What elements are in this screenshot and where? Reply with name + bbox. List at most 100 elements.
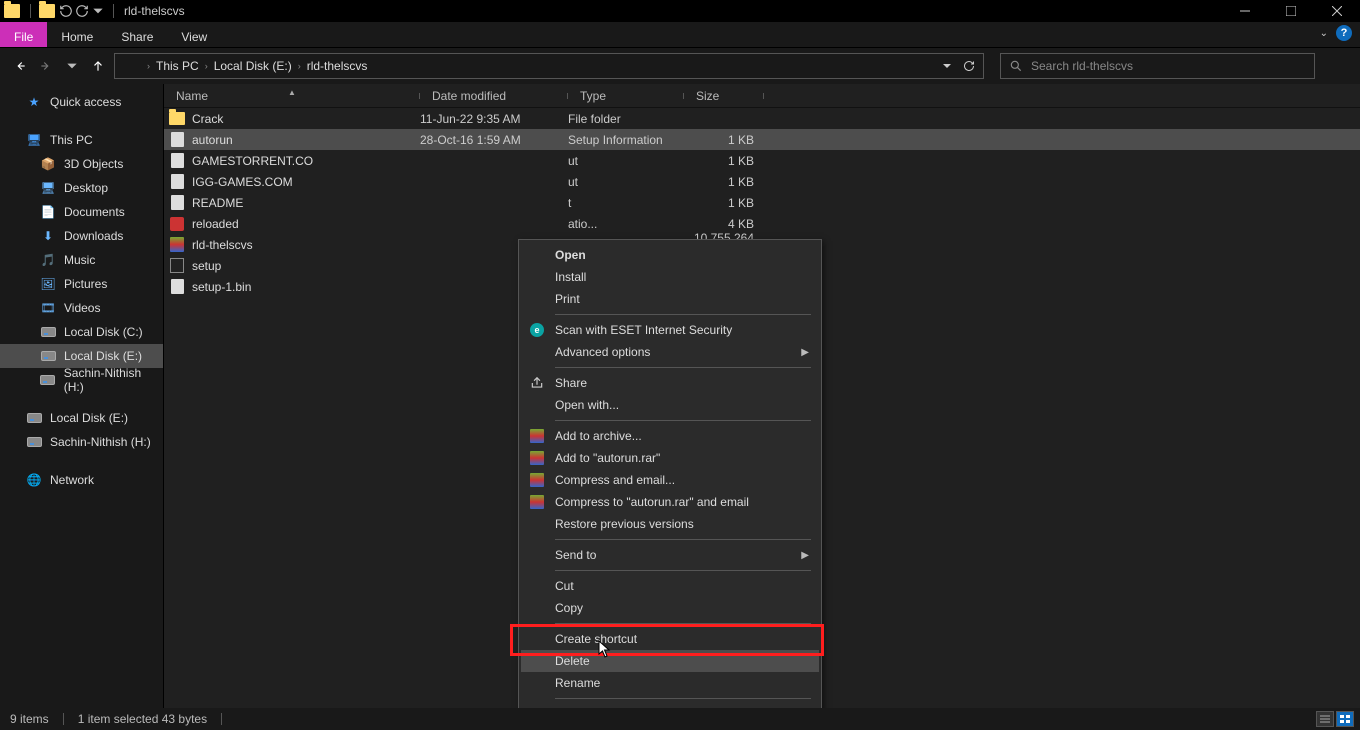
chevron-right-icon[interactable]: › bbox=[143, 61, 154, 71]
share-icon bbox=[529, 375, 545, 391]
tab-home[interactable]: Home bbox=[47, 22, 107, 47]
row-size: 4 KB bbox=[684, 217, 764, 231]
context-menu-item[interactable]: Print bbox=[521, 288, 819, 310]
column-header-date[interactable]: Date modified bbox=[420, 89, 568, 103]
context-menu-label: Delete bbox=[555, 654, 590, 668]
breadcrumb-segment[interactable]: rld-thelscvs bbox=[305, 59, 370, 73]
minimize-button[interactable] bbox=[1222, 0, 1268, 22]
menu-separator bbox=[555, 570, 811, 571]
chevron-right-icon[interactable]: › bbox=[201, 61, 212, 71]
dropdown-icon[interactable] bbox=[91, 4, 105, 18]
sidebar-item[interactable]: 🖼Pictures bbox=[0, 272, 163, 296]
txt-icon bbox=[168, 195, 186, 210]
file-row[interactable]: autorun28-Oct-16 1:59 AMSetup Informatio… bbox=[164, 129, 1360, 150]
help-icon[interactable]: ? bbox=[1336, 25, 1352, 41]
sidebar-item-label: Videos bbox=[64, 301, 100, 315]
status-bar: 9 items 1 item selected 43 bytes bbox=[0, 708, 1360, 730]
row-type: ut bbox=[568, 154, 684, 168]
sidebar-item-icon: 🖥 bbox=[40, 180, 56, 196]
file-row[interactable]: IGG-GAMES.COMut1 KB bbox=[164, 171, 1360, 192]
address-bar[interactable]: › This PC › Local Disk (E:) › rld-thelsc… bbox=[114, 53, 984, 79]
sidebar-item[interactable]: Sachin-Nithish (H:) bbox=[0, 430, 163, 454]
back-button[interactable] bbox=[10, 59, 30, 73]
context-menu-label: Cut bbox=[555, 579, 574, 593]
sidebar-item[interactable]: ⬇Downloads bbox=[0, 224, 163, 248]
tab-view[interactable]: View bbox=[167, 22, 221, 47]
tab-share[interactable]: Share bbox=[107, 22, 167, 47]
menu-separator bbox=[555, 367, 811, 368]
file-row[interactable]: Crack11-Jun-22 9:35 AMFile folder bbox=[164, 108, 1360, 129]
redo-icon[interactable] bbox=[75, 4, 89, 18]
sidebar-item[interactable]: 📦3D Objects bbox=[0, 152, 163, 176]
context-menu-item[interactable]: Compress and email... bbox=[521, 469, 819, 491]
context-menu-item[interactable]: Restore previous versions bbox=[521, 513, 819, 535]
forward-button[interactable] bbox=[36, 59, 56, 73]
rar-icon bbox=[529, 472, 545, 488]
sidebar-item-label: Desktop bbox=[64, 181, 108, 195]
pc-icon: 🖥 bbox=[26, 132, 42, 148]
qat-folder-icon[interactable] bbox=[39, 4, 55, 18]
sidebar-quick-access[interactable]: ★ Quick access bbox=[0, 90, 163, 114]
chevron-right-icon[interactable]: › bbox=[294, 61, 305, 71]
view-details-button[interactable] bbox=[1316, 711, 1334, 727]
sidebar-item-label: Local Disk (E:) bbox=[50, 411, 128, 425]
up-button[interactable] bbox=[88, 59, 108, 73]
url-icon bbox=[168, 174, 186, 189]
sidebar-item-label: Music bbox=[64, 253, 95, 267]
context-menu-item[interactable]: Install bbox=[521, 266, 819, 288]
navigation-bar: › This PC › Local Disk (E:) › rld-thelsc… bbox=[0, 48, 1360, 84]
sidebar-item[interactable]: 🎵Music bbox=[0, 248, 163, 272]
context-menu-item[interactable]: Add to archive... bbox=[521, 425, 819, 447]
context-menu-item[interactable]: Add to "autorun.rar" bbox=[521, 447, 819, 469]
sidebar-item-icon bbox=[40, 372, 56, 388]
context-menu-item[interactable]: Create shortcut bbox=[521, 628, 819, 650]
undo-icon[interactable] bbox=[59, 4, 73, 18]
breadcrumb-segment[interactable]: This PC bbox=[154, 59, 201, 73]
sidebar-item[interactable]: Sachin-Nithish (H:) bbox=[0, 368, 163, 392]
context-menu-item[interactable]: eScan with ESET Internet Security bbox=[521, 319, 819, 341]
file-tab[interactable]: File bbox=[0, 22, 47, 47]
context-menu-label: Open bbox=[555, 248, 586, 262]
sidebar-item[interactable]: 📄Documents bbox=[0, 200, 163, 224]
close-button[interactable] bbox=[1314, 0, 1360, 22]
sidebar-item[interactable]: Local Disk (C:) bbox=[0, 320, 163, 344]
context-menu-item[interactable]: Delete bbox=[521, 650, 819, 672]
sidebar-item-label: Network bbox=[50, 473, 94, 487]
search-box[interactable]: Search rld-thelscvs bbox=[1000, 53, 1315, 79]
sidebar-item[interactable]: Local Disk (E:) bbox=[0, 406, 163, 430]
context-menu-item[interactable]: Send to▶ bbox=[521, 544, 819, 566]
sidebar-item[interactable]: Local Disk (E:) bbox=[0, 344, 163, 368]
sidebar-network[interactable]: 🌐 Network bbox=[0, 468, 163, 492]
context-menu-item[interactable]: Open bbox=[521, 244, 819, 266]
drive-icon bbox=[26, 434, 42, 450]
view-large-button[interactable] bbox=[1336, 711, 1354, 727]
context-menu-item[interactable]: Rename bbox=[521, 672, 819, 694]
context-menu-item[interactable]: Open with... bbox=[521, 394, 819, 416]
context-menu-item[interactable]: Share bbox=[521, 372, 819, 394]
recent-locations-button[interactable] bbox=[62, 59, 82, 73]
column-header-size[interactable]: Size bbox=[684, 89, 764, 103]
address-folder-icon bbox=[119, 59, 137, 73]
sidebar-item[interactable]: 🖥 Desktop bbox=[0, 176, 163, 200]
ribbon-collapse-icon[interactable]: ⌄ bbox=[1320, 28, 1328, 39]
column-header-name[interactable]: ▲Name bbox=[164, 89, 420, 103]
sidebar-item[interactable]: 🎞Videos bbox=[0, 296, 163, 320]
context-menu-label: Install bbox=[555, 270, 586, 284]
file-row[interactable]: GAMESTORRENT.COut1 KB bbox=[164, 150, 1360, 171]
sidebar-item-icon: ⬇ bbox=[40, 228, 56, 244]
folder-icon bbox=[168, 112, 186, 125]
title-bar: rld-thelscvs bbox=[0, 0, 1360, 22]
context-menu-item[interactable]: Advanced options▶ bbox=[521, 341, 819, 363]
column-header-type[interactable]: Type bbox=[568, 89, 684, 103]
refresh-icon[interactable] bbox=[963, 60, 975, 72]
network-icon: 🌐 bbox=[26, 472, 42, 488]
context-menu-item[interactable]: Compress to "autorun.rar" and email bbox=[521, 491, 819, 513]
context-menu-label: Create shortcut bbox=[555, 632, 637, 646]
history-dropdown-icon[interactable] bbox=[941, 60, 953, 72]
file-row[interactable]: READMEt1 KB bbox=[164, 192, 1360, 213]
sidebar-this-pc[interactable]: 🖥 This PC bbox=[0, 128, 163, 152]
breadcrumb-segment[interactable]: Local Disk (E:) bbox=[212, 59, 294, 73]
context-menu-item[interactable]: Cut bbox=[521, 575, 819, 597]
context-menu-item[interactable]: Copy bbox=[521, 597, 819, 619]
maximize-button[interactable] bbox=[1268, 0, 1314, 22]
